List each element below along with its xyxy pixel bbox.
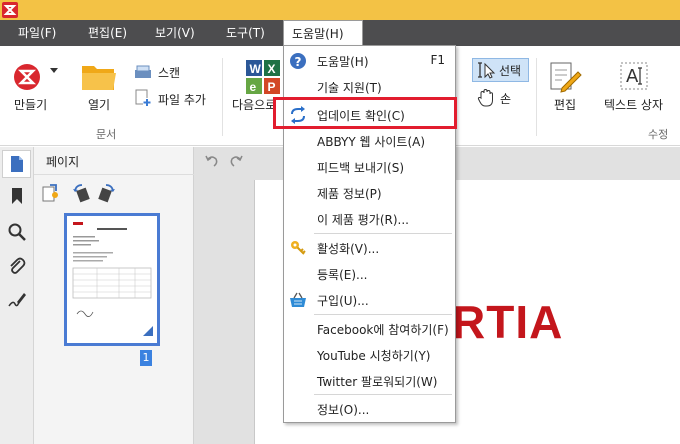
abbyy-website-label: ABBYY 웹 사이트(A)	[317, 135, 426, 149]
text-box-button[interactable]: A 텍스트 상자	[600, 58, 674, 118]
youtube-label: YouTube 시청하기(Y)	[317, 349, 431, 363]
svg-text:?: ?	[295, 55, 302, 69]
help-menu-item-product-info[interactable]: 제품 정보(P)	[284, 180, 455, 206]
help-menu-item-twitter[interactable]: Twitter 팔로워되기(W)	[284, 368, 455, 394]
office-formats-icon: W X e P	[246, 60, 280, 94]
redo-icon[interactable]	[228, 153, 244, 169]
text-box-icon: A	[620, 62, 648, 90]
open-button[interactable]: 열기	[78, 58, 122, 118]
rotate-right-icon[interactable]	[96, 183, 116, 203]
rotate-left-icon[interactable]	[72, 183, 92, 203]
svg-text:e: e	[250, 80, 257, 94]
create-label: 만들기	[14, 98, 48, 112]
page-thumbnail[interactable]	[64, 213, 160, 346]
help-icon: ?	[290, 53, 306, 69]
open-label: 열기	[88, 98, 111, 112]
twitter-label: Twitter 팔로워되기(W)	[317, 375, 438, 389]
tech-support-label: 기술 지원(T)	[317, 81, 382, 95]
buy-label: 구입(U)...	[317, 294, 369, 308]
menu-separator	[314, 233, 452, 234]
select-button[interactable]: 선택	[472, 58, 529, 82]
help-menu-item-rate-product[interactable]: 이 제품 평가(R)...	[284, 206, 455, 232]
about-label: 정보(O)...	[317, 403, 370, 417]
hand-button[interactable]: 손	[474, 88, 524, 110]
help-menu-item-feedback[interactable]: 피드백 보내기(S)	[284, 154, 455, 180]
app-logo-icon	[2, 2, 18, 18]
attachment-icon[interactable]	[7, 256, 27, 276]
page-number-badge: 1	[140, 350, 152, 366]
help-menu-item-activate[interactable]: 활성화(V)...	[284, 235, 455, 261]
title-bar	[0, 0, 680, 20]
group-edit-label: 수정	[648, 128, 669, 141]
key-icon	[291, 241, 306, 255]
folder-icon	[82, 66, 116, 90]
pages-panel-header: 페이지	[34, 147, 194, 175]
page-thumbnail-content	[72, 222, 153, 336]
svg-text:P: P	[268, 80, 276, 94]
menu-help[interactable]: 도움말(H)	[283, 20, 363, 46]
edit-document-icon	[550, 62, 582, 93]
bookmark-icon[interactable]	[7, 186, 27, 206]
group-document-label: 문서	[96, 128, 117, 141]
add-file-button[interactable]: 파일 추가	[134, 88, 214, 108]
help-menu-item-facebook[interactable]: Facebook에 참여하기(F)	[284, 316, 455, 342]
signature-icon[interactable]	[7, 290, 27, 310]
convert-label: 다음으로	[232, 98, 277, 112]
pages-panel-icon[interactable]	[7, 154, 27, 174]
hand-icon	[477, 88, 493, 107]
activate-label: 활성화(V)...	[317, 242, 380, 256]
help-menu-item-youtube[interactable]: YouTube 시청하기(Y)	[284, 342, 455, 368]
select-label: 선택	[499, 64, 522, 78]
menu-separator	[314, 314, 452, 315]
text-cursor-icon	[478, 62, 496, 79]
menu-edit[interactable]: 편집(E)	[80, 20, 135, 46]
create-button[interactable]: 만들기	[8, 58, 62, 118]
hand-label: 손	[500, 92, 512, 106]
scan-label: 스캔	[158, 66, 181, 80]
svg-text:A: A	[626, 66, 639, 87]
product-info-label: 제품 정보(P)	[317, 187, 382, 201]
search-icon[interactable]	[7, 222, 27, 242]
menu-file[interactable]: 파일(F)	[10, 20, 64, 46]
help-menu-item-about[interactable]: 정보(O)...	[284, 396, 455, 422]
scan-button[interactable]: 스캔	[134, 62, 194, 82]
menu-tools[interactable]: 도구(T)	[218, 20, 273, 46]
text-box-label: 텍스트 상자	[604, 98, 664, 112]
help-menu-label: 도움말(H)	[317, 55, 369, 69]
help-menu-item-buy[interactable]: 구입(U)...	[284, 287, 455, 313]
edit-button[interactable]: 편집	[546, 58, 586, 118]
svg-text:X: X	[268, 62, 276, 76]
register-label: 등록(E)...	[317, 268, 368, 282]
facebook-label: Facebook에 참여하기(F)	[317, 323, 449, 337]
menu-separator	[314, 394, 452, 395]
undo-icon[interactable]	[204, 153, 220, 169]
pages-panel: 페이지 1	[34, 147, 194, 444]
feedback-label: 피드백 보내기(S)	[317, 161, 405, 175]
ribbon-separator	[536, 58, 537, 136]
help-menu-item-register[interactable]: 등록(E)...	[284, 261, 455, 287]
basket-icon	[290, 292, 306, 307]
scanner-icon	[135, 65, 151, 78]
ribbon-separator	[222, 58, 223, 136]
highlight-frame	[273, 97, 457, 129]
edit-label: 편집	[554, 98, 577, 112]
menu-bar: 파일(F) 편집(E) 보기(V) 도구(T) 도움말(H)	[0, 20, 680, 46]
add-file-label: 파일 추가	[158, 93, 206, 107]
rate-product-label: 이 제품 평가(R)...	[317, 213, 409, 227]
document-heading-text: RTIA	[452, 296, 564, 348]
rotate-page-icon[interactable]	[40, 183, 60, 203]
chevron-down-icon	[50, 68, 58, 73]
help-menu-item-abbyy-website[interactable]: ABBYY 웹 사이트(A)	[284, 128, 455, 154]
help-menu-shortcut: F1	[430, 53, 445, 67]
svg-text:W: W	[250, 62, 262, 76]
create-pdf-icon	[14, 64, 40, 90]
help-menu-item-help[interactable]: ? 도움말(H) F1	[284, 48, 455, 74]
pages-panel-title: 페이지	[46, 155, 80, 169]
add-file-icon	[135, 89, 151, 106]
menu-view[interactable]: 보기(V)	[147, 20, 203, 46]
